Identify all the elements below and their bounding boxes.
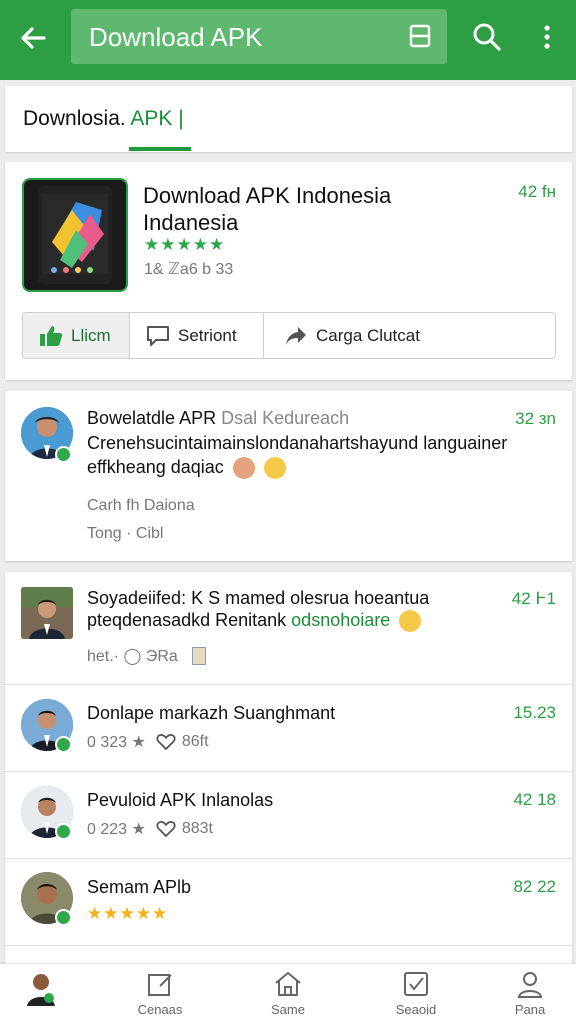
app-card: Download APK Indonesia Indanesia ★★★★★ 1…	[5, 162, 572, 380]
smile-emoji-icon	[263, 457, 286, 480]
top-app-bar: Download APK	[0, 0, 576, 80]
avatar[interactable]	[21, 587, 73, 639]
search-icon[interactable]	[470, 20, 504, 54]
wink-emoji-icon	[399, 610, 422, 633]
verified-badge-icon	[55, 736, 72, 753]
feed-item-1-line2-text: pteqdenasadkd Renitank	[87, 610, 287, 630]
feed-item-1-timestamp: 42 Ͱ1	[511, 589, 556, 608]
nav-item-pana[interactable]: Pana	[490, 970, 570, 1017]
bottom-navigation: Cenaas Same Seaoid Pana	[0, 964, 576, 1024]
app-title[interactable]: Download APK Indonesia Indanesia	[143, 182, 483, 236]
verified-badge-icon	[55, 909, 72, 926]
action-row: Llicm Setriont Carga Clutcat	[22, 312, 556, 359]
app-title-line2: Indanesia	[143, 210, 239, 235]
nav-item-cenaas[interactable]: Cenaas	[120, 970, 200, 1017]
feed-item-3-timestamp: 42 18	[513, 790, 556, 809]
feed-item-4-rating-stars: ★★★★★	[87, 904, 169, 923]
home-icon	[275, 972, 301, 996]
verified-badge-icon	[55, 823, 72, 840]
feed-item-3-title[interactable]: Pevuloid APK Inlanolas	[87, 790, 273, 811]
nav-label-cenaas: Cenaas	[137, 1002, 183, 1017]
thumbs-up-icon	[40, 325, 63, 346]
back-arrow-icon[interactable]	[14, 18, 54, 58]
feed-list: Soyadeiifed: K S mamed olesrua hoeantua …	[5, 572, 572, 972]
app-rating-stars: ★★★★★	[144, 235, 226, 254]
post-body: Crenehsucintaimainslondanahartshayund la…	[87, 431, 557, 480]
feed-item-3-likes: 883t	[181, 820, 213, 837]
nav-label-same: Same	[271, 1002, 305, 1017]
bookmark-icon[interactable]	[407, 23, 433, 49]
feed-item-2-meta: 0 323 ★ 86ft	[87, 732, 209, 752]
feed-item-1-title[interactable]: Soyadeiifed: K S mamed olesrua hoeantua	[87, 588, 429, 609]
verified-badge-icon	[55, 446, 72, 463]
feed-item-2-title[interactable]: Donlape markazh Suanghmant	[87, 703, 335, 724]
feed-item-1-meta-text: het.· ◯ ЭRa	[87, 648, 178, 665]
feed-item-3-meta-text: 0 223 ★	[87, 821, 146, 838]
share-button-label: Carga Clutcat	[316, 325, 420, 345]
nav-item-seaoid[interactable]: Seaoid	[376, 970, 456, 1017]
tab-apk[interactable]: Downlosia. APK |	[23, 107, 184, 131]
like-button[interactable]: Llicm	[23, 313, 130, 358]
tab-cursor: |	[178, 107, 184, 130]
comment-button-label: Setriont	[178, 325, 237, 345]
post-title-main: Bowelatdle APR	[87, 408, 217, 428]
divider	[5, 684, 572, 685]
feed-item-2-timestamp: 15.23	[513, 703, 556, 722]
post-timestamp: 32 зn	[515, 409, 556, 428]
face-emoji-icon	[232, 457, 255, 480]
comment-button[interactable]: Setriont	[130, 313, 264, 358]
comment-icon	[147, 325, 169, 346]
share-button[interactable]: Carga Clutcat	[264, 313, 555, 358]
share-arrow-icon	[286, 326, 306, 345]
divider	[5, 945, 572, 946]
feed-item-1-meta: het.· ◯ ЭRa	[87, 646, 206, 666]
more-options-icon[interactable]	[534, 20, 560, 54]
nav-item-profile[interactable]	[6, 970, 76, 1010]
post-title[interactable]: Bowelatdle APR Dsal Kedureach	[87, 408, 349, 429]
search-field-text: Download APK	[89, 22, 263, 52]
checkbox-icon	[404, 972, 428, 996]
post-footer-line1: Carh fh Daiona	[87, 497, 195, 514]
app-thumbnail[interactable]	[22, 178, 128, 292]
divider	[5, 858, 572, 859]
feed-item-2-meta-text: 0 323 ★	[87, 734, 146, 751]
feed-item-1-line2-link[interactable]: odsnohoiare	[291, 610, 390, 630]
post-footer-line2: Tong · Cibl	[87, 525, 164, 542]
feed-item-2-likes: 86ft	[181, 733, 209, 750]
edit-square-icon	[148, 974, 172, 996]
feed-item-3-meta: 0 223 ★ 883t	[87, 819, 213, 839]
app-meta: 1& ℤa6 b 33	[144, 261, 234, 278]
avatar-icon	[27, 974, 55, 1006]
tab-label-prefix: Downlosia.	[23, 107, 126, 130]
app-timestamp: 42 fн	[518, 182, 556, 201]
nav-label-seaoid: Seaoid	[395, 1002, 437, 1017]
like-button-label: Llicm	[71, 325, 111, 345]
post-body-line2: effkheang daqiac	[87, 457, 224, 477]
feed-item-4-title[interactable]: Semam APlb	[87, 877, 191, 898]
nav-label-pana: Pana	[514, 1002, 546, 1017]
divider	[5, 771, 572, 772]
search-field[interactable]: Download APK	[71, 9, 447, 64]
post-title-muted: Dsal Kedureach	[221, 408, 350, 428]
tab-label-highlight: APK	[130, 107, 173, 130]
feed-item-1-line2: pteqdenasadkd Renitank odsnohoiare	[87, 610, 422, 633]
post-body-line1: Crenehsucintaimainslondanahartshayund la…	[87, 433, 508, 453]
attachment-icon[interactable]	[191, 647, 206, 665]
heart-icon[interactable]	[156, 733, 176, 751]
feed-item-4-timestamp: 82 22	[513, 877, 556, 896]
app-title-line1: Download APK Indonesia	[143, 183, 392, 208]
tab-bar: Downlosia. APK |	[5, 86, 572, 152]
nav-item-same[interactable]: Same	[248, 970, 328, 1017]
post-card: Bowelatdle APR Dsal Kedureach 32 зn Cren…	[5, 391, 572, 561]
person-icon	[517, 972, 543, 998]
tab-indicator	[129, 147, 191, 151]
heart-icon[interactable]	[156, 820, 176, 838]
